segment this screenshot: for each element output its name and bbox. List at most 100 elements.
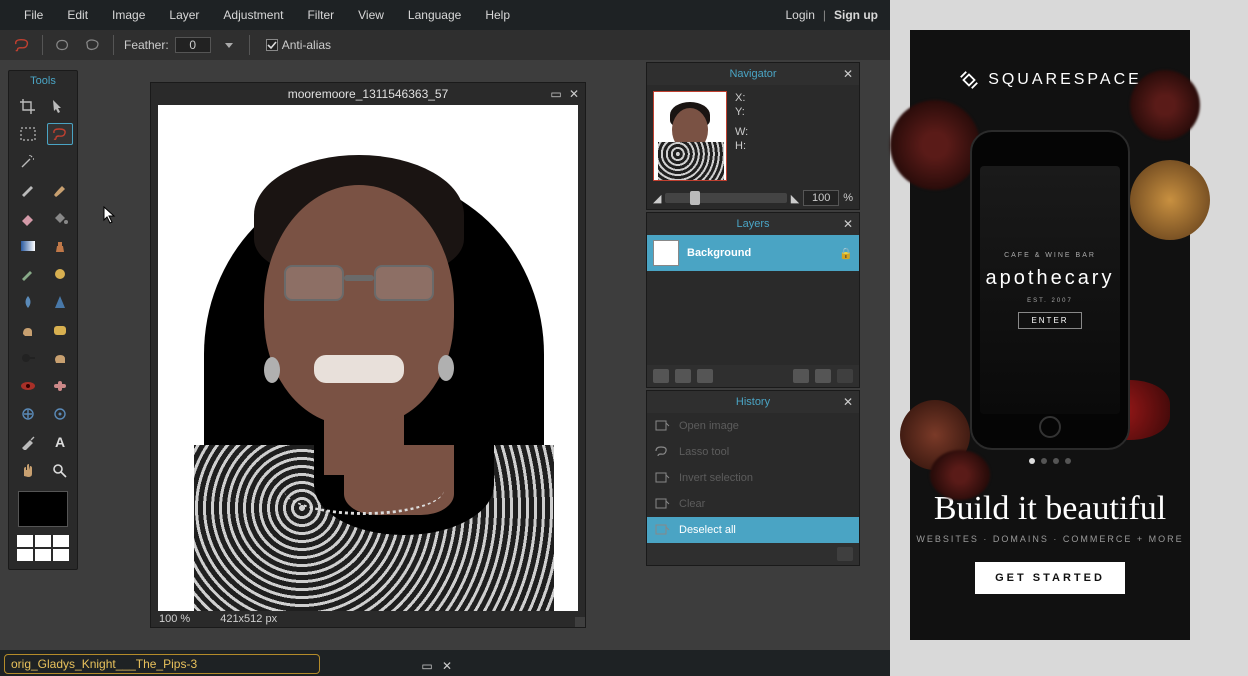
sponge-tool-icon[interactable] xyxy=(47,319,73,341)
history-resize-grip[interactable] xyxy=(837,547,853,561)
lock-icon[interactable]: 🔒 xyxy=(839,247,853,260)
dimensions-readout: 421x512 px xyxy=(220,613,277,625)
nav-w-label: W: xyxy=(735,125,748,139)
layer-settings-icon[interactable] xyxy=(653,369,669,383)
zoom-slider[interactable] xyxy=(665,193,786,203)
new-layer-icon[interactable] xyxy=(793,369,809,383)
history-step-icon xyxy=(653,445,671,459)
navigator-close-icon[interactable]: ✕ xyxy=(843,67,853,81)
zoom-tool-icon[interactable] xyxy=(47,459,73,481)
menu-image[interactable]: Image xyxy=(100,3,157,27)
layers-resize-grip[interactable] xyxy=(837,369,853,383)
blur-tool-icon[interactable] xyxy=(15,291,41,313)
smudge-tool-icon[interactable] xyxy=(15,319,41,341)
layers-close-icon[interactable]: ✕ xyxy=(843,217,853,231)
tab-close-icon[interactable]: ✕ xyxy=(440,659,454,673)
bottom-bar: orig_Gladys_Knight___The_Pips-3 ▭ ✕ xyxy=(0,650,890,676)
signup-link[interactable]: Sign up xyxy=(834,8,878,22)
nav-y-label: Y: xyxy=(735,105,748,119)
tab-restore-icon[interactable]: ▭ xyxy=(420,659,434,673)
image-editor-app: File Edit Image Layer Adjustment Filter … xyxy=(0,0,890,676)
menu-layer[interactable]: Layer xyxy=(157,3,211,27)
ad-cta-button[interactable]: GET STARTED xyxy=(975,562,1125,594)
menu-file[interactable]: File xyxy=(12,3,55,27)
brush-tool-icon[interactable] xyxy=(47,179,73,201)
pinch-tool-icon[interactable] xyxy=(47,403,73,425)
history-item[interactable]: Open image xyxy=(647,413,859,439)
feather-dropdown-icon[interactable] xyxy=(225,43,233,48)
spot-heal-tool-icon[interactable] xyxy=(47,375,73,397)
document-title: mooremoore_1311546363_57 xyxy=(288,87,449,101)
history-step-icon xyxy=(653,497,671,511)
document-titlebar[interactable]: mooremoore_1311546363_57 ▭ ✕ xyxy=(151,83,585,105)
swatch-presets[interactable] xyxy=(9,533,77,569)
layer-name: Background xyxy=(687,247,751,259)
pencil-tool-icon[interactable] xyxy=(15,179,41,201)
zoom-out-icon[interactable]: ◢ xyxy=(653,192,661,205)
side-panels: Navigator✕ X: Y: W: H: ◢ xyxy=(646,62,860,568)
clone-stamp-tool-icon[interactable] xyxy=(47,235,73,257)
delete-layer-icon[interactable] xyxy=(815,369,831,383)
layer-styles-icon[interactable] xyxy=(697,369,713,383)
ad-phone-title: apothecary xyxy=(986,267,1115,290)
lasso-mode-1-icon[interactable] xyxy=(53,37,73,53)
hand-tool-icon[interactable] xyxy=(15,459,41,481)
minimized-document-tab[interactable]: orig_Gladys_Knight___The_Pips-3 xyxy=(4,654,320,674)
history-item-label: Open image xyxy=(679,420,739,432)
menu-filter[interactable]: Filter xyxy=(295,3,346,27)
eyedropper-tool-icon[interactable] xyxy=(15,431,41,453)
redeye-tool-icon[interactable] xyxy=(15,375,41,397)
menu-language[interactable]: Language xyxy=(396,3,473,27)
history-item[interactable]: Invert selection xyxy=(647,465,859,491)
history-close-icon[interactable]: ✕ xyxy=(843,395,853,409)
navigator-info: X: Y: W: H: xyxy=(735,91,748,181)
history-item[interactable]: Lasso tool xyxy=(647,439,859,465)
ad-tagline: WEBSITES · DOMAINS · COMMERCE + MORE xyxy=(910,534,1190,544)
foreground-color-swatch[interactable] xyxy=(18,491,68,527)
menu-adjustment[interactable]: Adjustment xyxy=(211,3,295,27)
image-content xyxy=(164,115,572,613)
bucket-tool-icon[interactable] xyxy=(47,207,73,229)
maximize-icon[interactable]: ▭ xyxy=(549,87,563,101)
nav-h-label: H: xyxy=(735,139,748,153)
login-link[interactable]: Login xyxy=(786,8,815,22)
burn-tool-icon[interactable] xyxy=(47,347,73,369)
bloat-tool-icon[interactable] xyxy=(15,403,41,425)
menu-help[interactable]: Help xyxy=(473,3,522,27)
mouse-cursor-icon xyxy=(103,206,117,224)
lasso-icon[interactable] xyxy=(12,37,32,53)
navigator-thumbnail[interactable] xyxy=(653,91,727,181)
draw-tool-icon[interactable] xyxy=(47,263,73,285)
layer-mask-icon[interactable] xyxy=(675,369,691,383)
history-item-label: Lasso tool xyxy=(679,446,729,458)
zoom-in-icon[interactable]: ◣ xyxy=(791,192,799,205)
menu-view[interactable]: View xyxy=(346,3,396,27)
workspace: Tools xyxy=(0,60,890,650)
feather-value[interactable]: 0 xyxy=(175,37,211,53)
dodge-tool-icon[interactable] xyxy=(15,347,41,369)
advertisement: SQUARESPACE CAFE & WINE BAR apothecary E… xyxy=(910,30,1190,640)
crop-tool-icon[interactable] xyxy=(15,95,41,117)
resize-grip[interactable] xyxy=(575,617,585,627)
lasso-mode-2-icon[interactable] xyxy=(83,37,103,53)
canvas[interactable] xyxy=(158,105,578,613)
history-item[interactable]: Deselect all xyxy=(647,517,859,543)
close-icon[interactable]: ✕ xyxy=(567,87,581,101)
gradient-tool-icon[interactable] xyxy=(15,235,41,257)
color-replace-tool-icon[interactable] xyxy=(15,263,41,285)
marquee-tool-icon[interactable] xyxy=(15,123,41,145)
type-tool-icon[interactable]: A xyxy=(47,431,73,453)
history-step-icon xyxy=(653,471,671,485)
layer-row-background[interactable]: Background 🔒 xyxy=(647,235,859,271)
wand-tool-icon[interactable] xyxy=(15,151,41,173)
lasso-tool-icon[interactable] xyxy=(47,123,73,145)
antialias-checkbox[interactable] xyxy=(266,39,278,51)
zoom-pct-label: % xyxy=(843,192,853,204)
tools-panel: Tools xyxy=(8,70,78,570)
move-tool-icon[interactable] xyxy=(47,95,73,117)
zoom-input[interactable] xyxy=(803,190,839,206)
history-item[interactable]: Clear xyxy=(647,491,859,517)
menu-edit[interactable]: Edit xyxy=(55,3,100,27)
sharpen-tool-icon[interactable] xyxy=(47,291,73,313)
eraser-tool-icon[interactable] xyxy=(15,207,41,229)
